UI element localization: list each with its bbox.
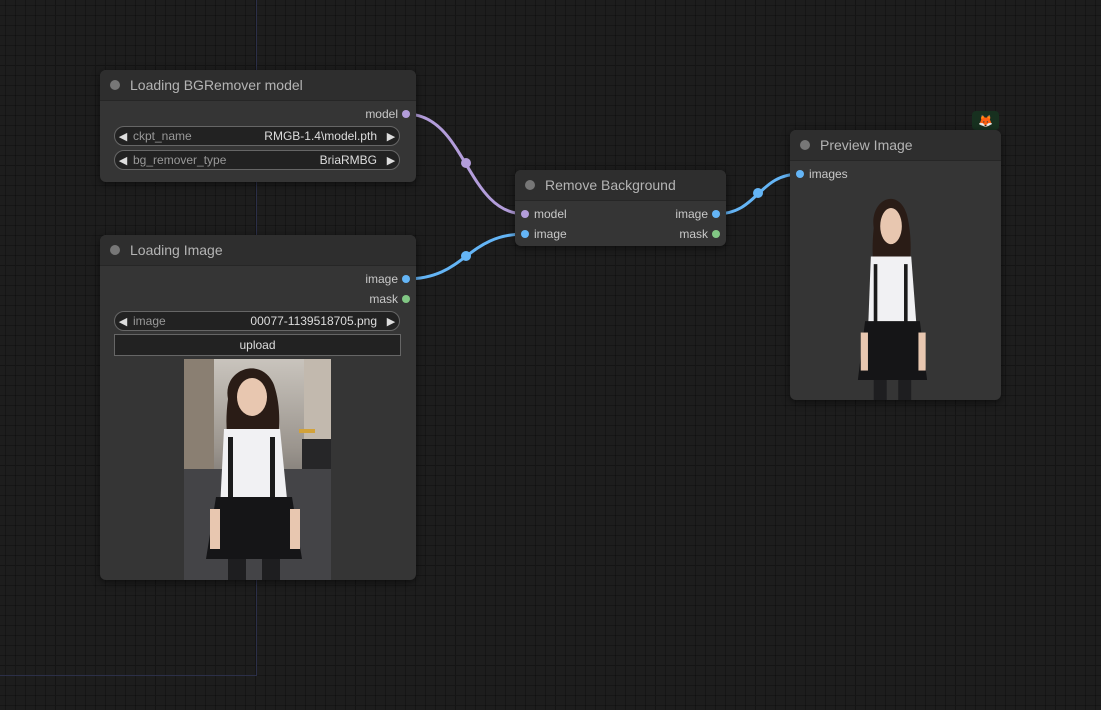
input-slot-model[interactable]: model — [515, 204, 567, 224]
output-slot-model[interactable]: model — [365, 104, 416, 124]
slot-connector-icon[interactable] — [521, 210, 529, 218]
link-image-in — [405, 232, 526, 281]
link-image-in-midpoint — [461, 251, 471, 261]
slot-label: images — [809, 167, 848, 181]
slot-label: model — [534, 207, 567, 221]
node-title-bar[interactable]: Preview Image — [790, 130, 1001, 161]
node-remove-background[interactable]: Remove Background model image image mask — [515, 170, 726, 246]
input-slot-image[interactable]: image — [515, 224, 567, 244]
node-bgremover-loader[interactable]: Loading BGRemover model model ◀ ckpt_nam… — [100, 70, 416, 182]
node-title: Preview Image — [820, 137, 913, 153]
node-title-bar[interactable]: Loading BGRemover model — [100, 70, 416, 101]
widget-label: ckpt_name — [133, 129, 192, 143]
fox-icon[interactable]: 🦊 — [972, 111, 999, 130]
slot-label: mask — [369, 292, 398, 306]
widget-label: image — [133, 314, 166, 328]
arrow-right-icon[interactable]: ▶ — [383, 130, 399, 143]
collapse-dot-icon[interactable] — [110, 80, 120, 90]
link-image-out-midpoint — [753, 188, 763, 198]
arrow-right-icon[interactable]: ▶ — [383, 154, 399, 167]
arrow-left-icon[interactable]: ◀ — [115, 154, 131, 167]
output-slot-image[interactable]: image — [365, 269, 416, 289]
widget-value[interactable]: 00077-1139518705.png — [166, 314, 377, 328]
slot-connector-icon[interactable] — [521, 230, 529, 238]
collapse-dot-icon[interactable] — [110, 245, 120, 255]
group-border-horizontal — [0, 675, 257, 676]
badge-glyph: 🦊 — [978, 113, 993, 128]
link-model-midpoint — [461, 158, 471, 168]
upload-button[interactable]: upload — [114, 334, 401, 356]
slot-label: mask — [679, 227, 708, 241]
arrow-left-icon[interactable]: ◀ — [115, 130, 131, 143]
slot-connector-icon[interactable] — [402, 110, 410, 118]
node-preview-image[interactable]: Preview Image images — [790, 130, 1001, 400]
link-image-out — [715, 172, 801, 216]
slot-label: model — [365, 107, 398, 121]
slot-connector-icon[interactable] — [712, 230, 720, 238]
widget-value[interactable]: RMGB-1.4\model.pth — [192, 129, 377, 143]
arrow-left-icon[interactable]: ◀ — [115, 315, 131, 328]
collapse-dot-icon[interactable] — [800, 140, 810, 150]
slot-connector-icon[interactable] — [402, 275, 410, 283]
node-title: Loading BGRemover model — [130, 77, 303, 93]
widget-label: bg_remover_type — [133, 153, 227, 167]
widget-value[interactable]: BriaRMBG — [226, 153, 377, 167]
slot-label: image — [534, 227, 567, 241]
widget-ckpt-name[interactable]: ◀ ckpt_name RMGB-1.4\model.pth ▶ — [114, 126, 400, 146]
slot-connector-icon[interactable] — [402, 295, 410, 303]
widget-image-select[interactable]: ◀ image 00077-1139518705.png ▶ — [114, 311, 400, 331]
slot-label: image — [365, 272, 398, 286]
collapse-dot-icon[interactable] — [525, 180, 535, 190]
node-title-bar[interactable]: Remove Background — [515, 170, 726, 201]
node-title-bar[interactable]: Loading Image — [100, 235, 416, 266]
source-image-preview — [184, 359, 331, 580]
result-image-preview — [842, 190, 948, 400]
output-slot-mask[interactable]: mask — [679, 224, 726, 244]
slot-label: image — [675, 207, 708, 221]
output-slot-mask[interactable]: mask — [369, 289, 416, 309]
node-title: Loading Image — [130, 242, 223, 258]
slot-connector-icon[interactable] — [796, 170, 804, 178]
slot-connector-icon[interactable] — [712, 210, 720, 218]
link-model — [405, 112, 526, 216]
input-slot-images[interactable]: images — [790, 164, 848, 184]
cutout-illustration — [857, 198, 928, 400]
street-photo-illustration — [184, 359, 331, 580]
node-title: Remove Background — [545, 177, 676, 193]
arrow-right-icon[interactable]: ▶ — [383, 315, 399, 328]
output-slot-image[interactable]: image — [675, 204, 726, 224]
widget-bg-remover-type[interactable]: ◀ bg_remover_type BriaRMBG ▶ — [114, 150, 400, 170]
node-load-image[interactable]: Loading Image image mask ◀ image 00077-1… — [100, 235, 416, 580]
